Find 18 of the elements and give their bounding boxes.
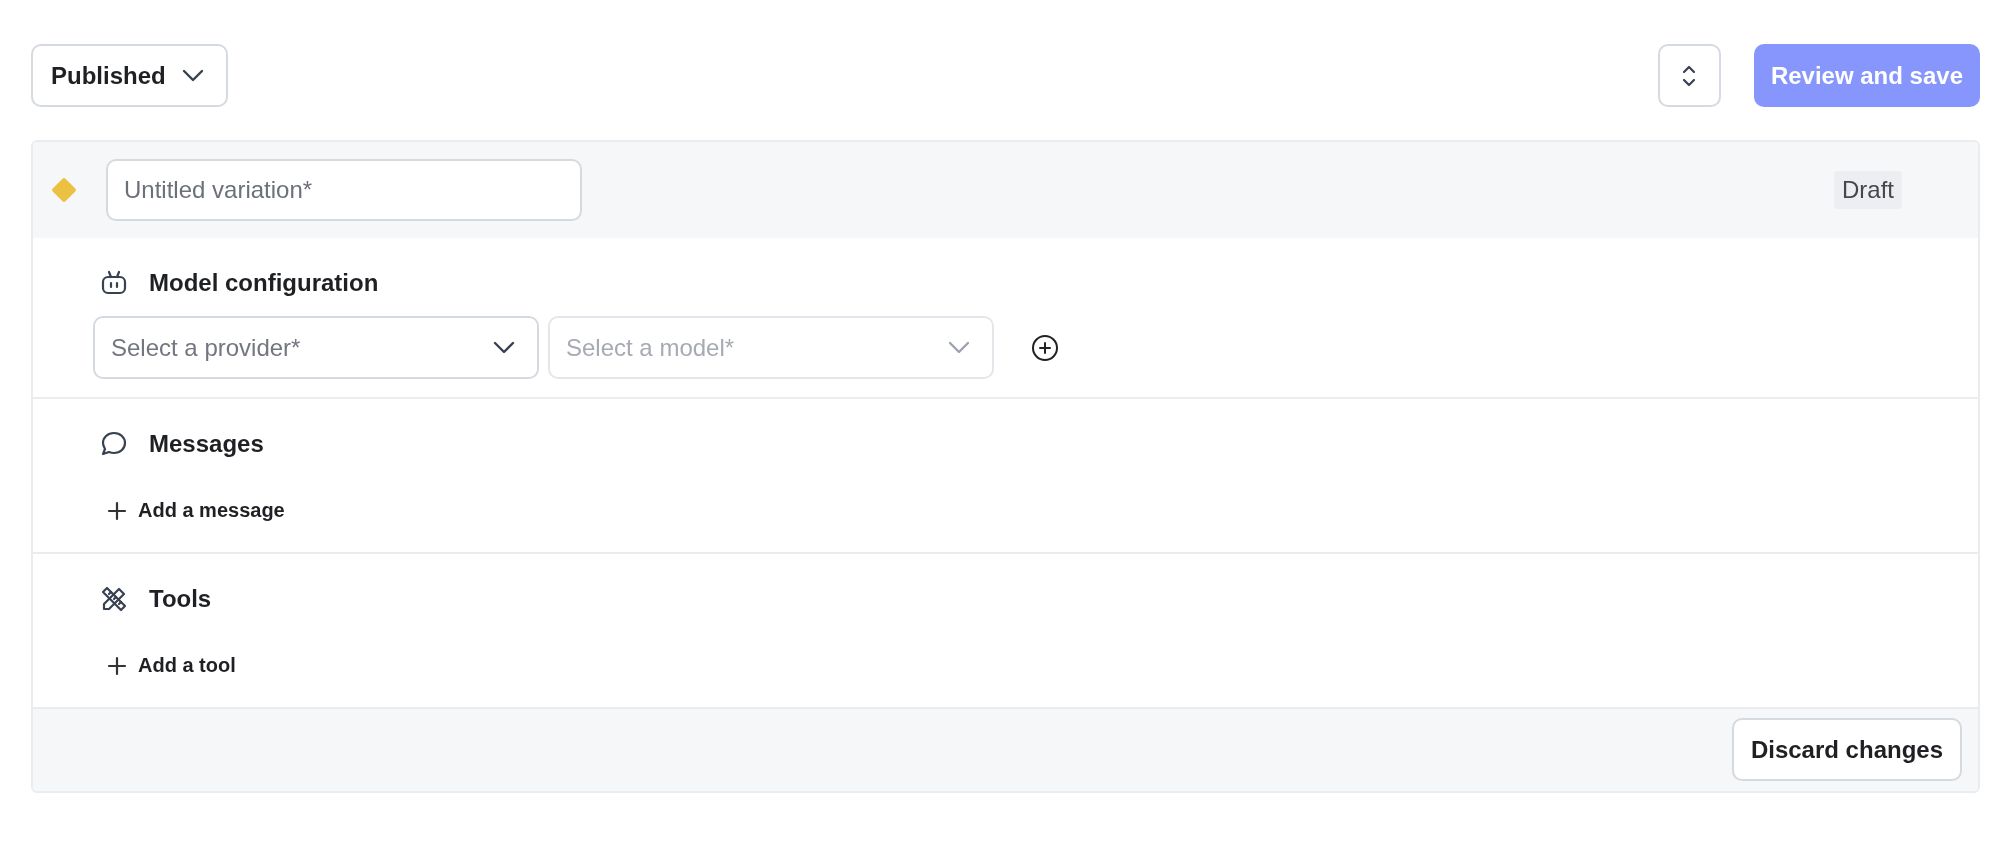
- section-title: Model configuration: [149, 269, 379, 297]
- select-field[interactable]: Select a provider*: [93, 316, 539, 379]
- pencil-ruler-icon: [99, 584, 129, 614]
- section-title: Tools: [149, 585, 212, 613]
- chevron-down-icon: [948, 340, 970, 355]
- chevron-down-icon: [181, 68, 204, 83]
- add-button[interactable]: Add a message: [107, 499, 285, 522]
- add-button[interactable]: Add a tool: [107, 654, 236, 677]
- plus-icon: [107, 500, 127, 521]
- status-dropdown[interactable]: Published: [31, 44, 228, 107]
- section-title: Messages: [149, 430, 264, 458]
- variation-name-field[interactable]: Untitled variation*: [106, 159, 582, 221]
- status-badge: Draft: [1834, 171, 1902, 209]
- plus-icon: [107, 655, 127, 676]
- add-circle-icon[interactable]: [1031, 333, 1059, 362]
- chevron-down-icon: [493, 340, 515, 355]
- chevron-up-down-icon: [1681, 63, 1698, 88]
- discard-changes-button[interactable]: Discard changes: [1731, 718, 1962, 781]
